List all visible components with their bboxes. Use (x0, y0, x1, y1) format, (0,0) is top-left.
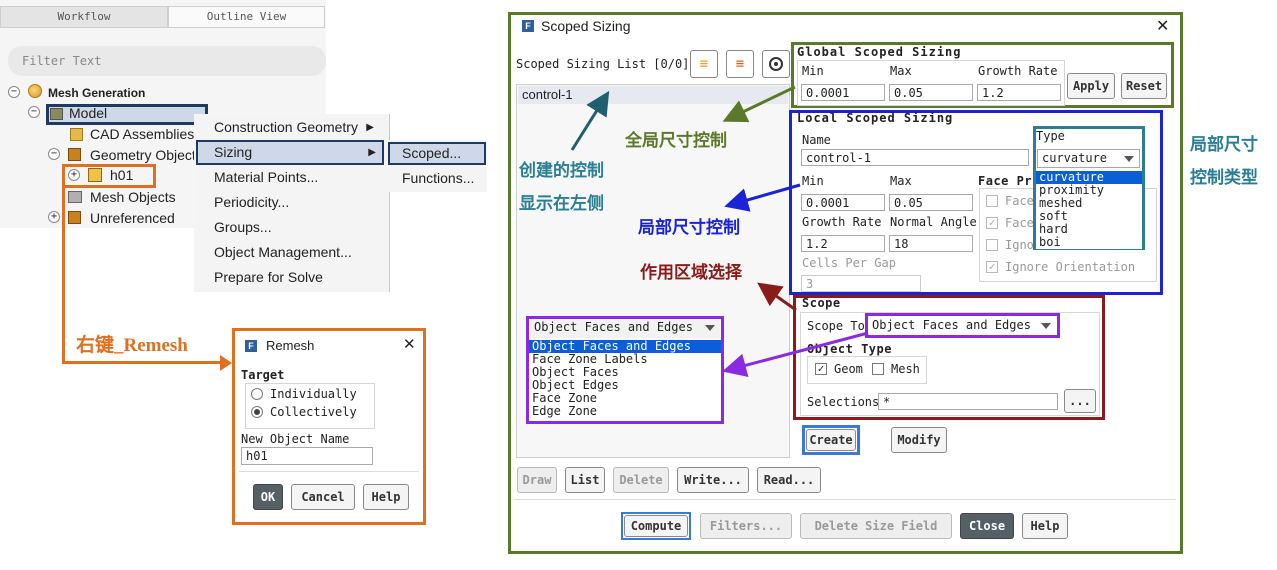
arrow-created (570, 90, 610, 151)
arrow-scope-dropdown (722, 331, 869, 378)
annotation-arrows (570, 85, 869, 378)
arrow-scope (757, 282, 797, 312)
arrow-local (724, 183, 801, 212)
arrow-global (722, 85, 796, 123)
